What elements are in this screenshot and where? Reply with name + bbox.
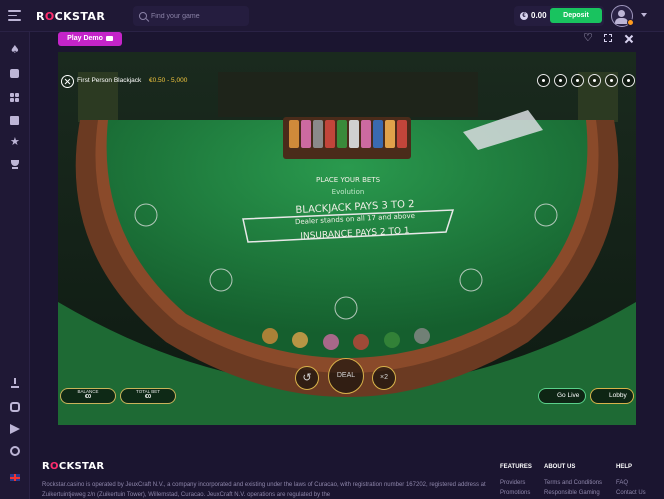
puzzle-icon[interactable] — [10, 69, 19, 78]
logo[interactable]: ROCKSTAR — [36, 10, 105, 23]
logo-text-end: CKSTAR — [54, 10, 106, 23]
balance-pill-value: €0 — [84, 394, 92, 400]
game-close-icon[interactable] — [61, 75, 74, 88]
footer-column-help: HELP FAQ Contact Us — [616, 464, 646, 498]
download-icon[interactable] — [10, 378, 20, 388]
app-icon[interactable] — [10, 402, 20, 412]
close-icon[interactable] — [624, 34, 634, 44]
footer-logo-start: R — [42, 461, 51, 472]
uk-flag-icon[interactable] — [10, 474, 20, 481]
currency-icon: € — [520, 12, 528, 20]
star-icon[interactable] — [10, 135, 20, 148]
warning-icon[interactable] — [537, 74, 550, 87]
legal-text: Rockstar.casino is operated by JeuxCraft… — [42, 482, 486, 498]
fullscreen-icon[interactable] — [604, 34, 612, 42]
footer-column-features: FEATURES Providers Promotions — [500, 464, 532, 498]
settings-icon[interactable] — [571, 74, 584, 87]
go-live-button[interactable]: Go Live — [538, 388, 586, 404]
search-input[interactable] — [151, 12, 243, 20]
footer-logo[interactable]: ROCKSTAR — [42, 461, 104, 472]
double-button[interactable]: ×2 — [372, 366, 396, 390]
chip-stack — [373, 120, 383, 148]
chip-stack — [385, 120, 395, 148]
lobby-label: Lobby — [609, 392, 627, 399]
chip-stack — [397, 120, 407, 148]
footer-link[interactable]: Responsible Gaming — [544, 488, 602, 498]
search-bar[interactable] — [133, 6, 249, 26]
chip-stack — [349, 120, 359, 148]
spade-icon[interactable] — [10, 43, 20, 56]
game-title: First Person Blackjack — [77, 77, 142, 84]
chevron-down-icon[interactable] — [641, 13, 647, 17]
chip-stack — [337, 120, 347, 148]
go-live-label: Go Live — [557, 392, 580, 399]
deposit-button[interactable]: Deposit — [550, 8, 602, 23]
help-icon[interactable] — [605, 74, 618, 87]
play-demo-button[interactable]: Play Demo — [58, 32, 122, 46]
footer-column-about: ABOUT US Terms and Conditions Responsibl… — [544, 464, 602, 498]
gift-icon[interactable] — [10, 116, 19, 125]
left-sidebar — [0, 32, 30, 499]
deal-button[interactable]: DEAL — [328, 358, 364, 394]
total-bet-pill: TOTAL BET €0 — [120, 388, 176, 404]
history-icon[interactable] — [588, 74, 601, 87]
play-demo-label: Play Demo — [67, 35, 103, 42]
chip-stack — [325, 120, 335, 148]
logo-text-o: O — [44, 10, 55, 23]
chip-stack — [289, 120, 299, 148]
footer-heading: ABOUT US — [544, 464, 576, 470]
place-bets-text: PLACE YOUR BETS — [315, 176, 381, 184]
footer-heading: FEATURES — [500, 464, 532, 470]
favorite-heart-icon[interactable] — [583, 31, 593, 44]
tv-icon — [105, 35, 113, 41]
grid-icon[interactable] — [10, 93, 20, 103]
menu-toggle-icon[interactable] — [622, 74, 635, 87]
footer-link[interactable]: Terms and Conditions — [544, 478, 602, 488]
footer-link[interactable]: Promotions — [500, 488, 532, 498]
search-icon — [139, 12, 147, 20]
footer: ROCKSTAR Rockstar.casino is operated by … — [30, 432, 664, 499]
chip-stack — [301, 120, 311, 148]
chip-stack — [313, 120, 323, 148]
footer-logo-o: O — [50, 461, 59, 472]
game-frame[interactable]: First Person Blackjack €0.50 - 5,000 PLA… — [58, 52, 636, 425]
bet-limits: €0.50 - 5,000 — [149, 77, 188, 84]
footer-logo-end: CKSTAR — [58, 461, 105, 472]
balance-pill: BALANCE €0 — [60, 388, 116, 404]
evolution-logo: Evolution — [331, 188, 365, 196]
telegram-icon[interactable] — [10, 424, 20, 434]
footer-link[interactable]: Providers — [500, 478, 532, 488]
game-top-bar: First Person Blackjack €0.50 - 5,000 — [58, 72, 636, 92]
logo-text-start: R — [36, 10, 45, 23]
top-header: ROCKSTAR € 0.00 Deposit — [0, 0, 664, 32]
balance-amount: 0.00 — [531, 11, 547, 20]
trophy-icon[interactable] — [10, 160, 20, 170]
notification-dot — [627, 19, 634, 26]
footer-heading: HELP — [616, 464, 633, 470]
chip-stack — [361, 120, 371, 148]
footer-link[interactable]: Contact Us — [616, 488, 646, 498]
undo-icon[interactable]: ↺ — [295, 366, 319, 390]
footer-link[interactable]: FAQ — [616, 478, 646, 488]
total-bet-value: €0 — [144, 394, 152, 400]
menu-icon[interactable] — [8, 10, 21, 21]
lobby-button[interactable]: Lobby — [590, 388, 634, 404]
sound-icon[interactable] — [554, 74, 567, 87]
support-icon[interactable] — [10, 446, 20, 456]
